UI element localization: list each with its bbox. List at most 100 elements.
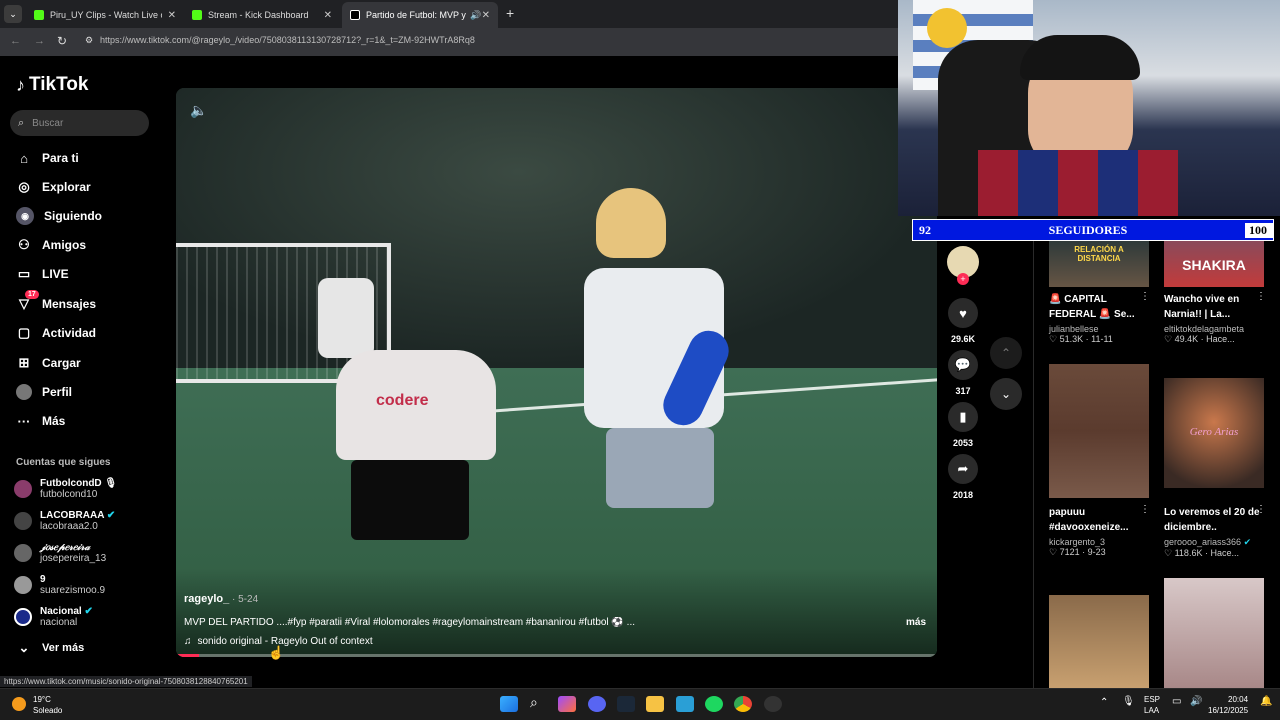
url-input[interactable]: https://www.tiktok.com/@rageylo_/video/7… xyxy=(100,35,475,45)
nav-mas[interactable]: ··· Más xyxy=(16,411,66,431)
obs-icon[interactable] xyxy=(764,696,782,712)
card-more-icon[interactable]: ⋮ xyxy=(1256,291,1266,302)
nav-label: Cargar xyxy=(42,356,81,370)
feed-card[interactable]: Wancho vive en Narnia!! | La... eltiktok… xyxy=(1164,292,1264,345)
language-indicator[interactable]: ESP LAA xyxy=(1144,694,1160,716)
nav-label: LIVE xyxy=(42,267,69,281)
search-icon[interactable]: ⌕ xyxy=(530,694,538,711)
nav-siguiendo[interactable]: ◉ Siguiendo xyxy=(16,206,102,226)
followed-account[interactable]: 𝒿𝑜𝓈𝑒𝓅𝑒𝓇𝑒𝒾𝓇𝒶 josepereira_13 xyxy=(14,542,106,564)
followed-account[interactable]: Nacional ✔ nacional xyxy=(14,606,93,628)
card-more-icon[interactable]: ⋮ xyxy=(1140,291,1150,302)
nav-para-ti[interactable]: ⌂ Para ti xyxy=(16,148,79,168)
progress-track[interactable] xyxy=(176,654,937,657)
volume-icon[interactable]: 🔈 xyxy=(190,102,207,119)
feed-thumbnail[interactable] xyxy=(1049,364,1149,498)
comment-button[interactable]: 💬 317 xyxy=(948,350,978,396)
feed-thumbnail[interactable] xyxy=(1164,578,1264,688)
search-input[interactable]: ⌕ Buscar xyxy=(10,110,149,136)
nav-perfil[interactable]: Perfil xyxy=(16,382,72,402)
close-tab-icon[interactable]: ✕ xyxy=(168,10,176,21)
like-button[interactable]: ♥ 29.6K xyxy=(948,298,978,344)
nav-mensajes[interactable]: ▽ 17 Mensajes xyxy=(16,290,96,314)
follower-goal-bar: 92 SEGUIDORES 100 xyxy=(912,219,1274,241)
next-video-button[interactable]: ⌄ xyxy=(990,378,1022,410)
copilot-icon[interactable] xyxy=(558,696,576,712)
tab-title: Partido de Futbol: MVP y M xyxy=(366,10,466,20)
windows-start-icon[interactable] xyxy=(500,696,518,712)
video-author[interactable]: rageylo_ xyxy=(184,593,229,605)
weather-sun-icon[interactable] xyxy=(12,697,26,711)
follow-plus-icon[interactable]: + xyxy=(957,273,969,285)
notification-bell-icon[interactable]: 🔔 xyxy=(1260,696,1272,707)
feed-thumbnail[interactable]: RELACIÓN A DISTANCIA xyxy=(1049,241,1149,287)
nav-live[interactable]: ▭ LIVE xyxy=(16,264,69,284)
sun-emblem xyxy=(927,8,967,48)
messages-icon: ▽ 17 xyxy=(16,290,39,312)
nav-cargar[interactable]: ⊞ Cargar xyxy=(16,353,81,373)
comment-icon: 💬 xyxy=(948,350,978,380)
card-more-icon[interactable]: ⋮ xyxy=(1140,504,1150,515)
messages-badge: 17 xyxy=(25,290,39,299)
spotify-icon[interactable] xyxy=(705,696,723,712)
nav-explorar[interactable]: ◎ Explorar xyxy=(16,177,90,197)
network-icon[interactable]: ▭ xyxy=(1172,696,1181,707)
feed-card[interactable]: 🚨 CAPITAL FEDERAL 🚨 Se... julianbellese … xyxy=(1049,292,1149,345)
tiktok-favicon-icon xyxy=(350,10,360,20)
previous-video-button[interactable]: ⌃ xyxy=(990,337,1022,369)
card-meta: ♡ 51.3K · 11-11 xyxy=(1049,334,1113,344)
followed-account[interactable]: LACOBRAAA ✔ lacobraaa2.0 xyxy=(14,510,115,532)
card-more-icon[interactable]: ⋮ xyxy=(1256,504,1266,515)
feed-thumbnail[interactable]: Gero Arias xyxy=(1164,378,1264,488)
site-info-icon[interactable]: ⚙ xyxy=(85,35,93,46)
nav-actividad[interactable]: ▢ Actividad xyxy=(16,323,96,343)
profile-icon xyxy=(16,384,32,400)
save-button[interactable]: ▮ 2053 xyxy=(948,402,978,448)
tray-chevron-icon[interactable]: ⌃ xyxy=(1100,697,1108,708)
video-player[interactable]: codere 🔈 rageylo_ · 5-24 MVP DEL PARTIDO… xyxy=(176,88,937,657)
avatar xyxy=(14,512,32,530)
account-name: 𝒿𝑜𝓈𝑒𝓅𝑒𝓇𝑒𝒾𝓇𝒶 xyxy=(40,542,90,553)
close-tab-icon[interactable]: ✕ xyxy=(482,10,490,21)
streamer-hair xyxy=(1020,35,1140,80)
nav-amigos[interactable]: ⚇ Amigos xyxy=(16,235,86,255)
reload-icon[interactable]: ↻ xyxy=(57,34,67,48)
feed-thumbnail[interactable] xyxy=(1049,595,1149,688)
music-note-icon: ♫ xyxy=(184,636,192,647)
heart-icon: ♡ xyxy=(1164,548,1173,558)
tab-kick-dashboard[interactable]: Stream - Kick Dashboard ✕ xyxy=(184,2,340,28)
feed-card[interactable]: papuuu #davooxeneize... kickargento_3 ♡ … xyxy=(1049,505,1149,558)
forward-icon[interactable]: → xyxy=(34,35,45,47)
new-tab-icon[interactable]: + xyxy=(506,5,514,21)
share-icon: ➦ xyxy=(948,454,978,484)
see-more-button[interactable]: ⌄ Ver más xyxy=(16,638,85,658)
volume-tray-icon[interactable]: 🔊 xyxy=(1190,696,1202,707)
discord-icon[interactable] xyxy=(588,696,606,712)
clock[interactable]: 20:04 16/12/2025 xyxy=(1208,694,1248,716)
microphone-icon[interactable]: 🎙 xyxy=(1122,696,1135,707)
tiktok-logo[interactable]: ♪ TikTok xyxy=(16,74,88,96)
followed-account[interactable]: FutbolcondD 🎙 futbolcond10 xyxy=(14,478,117,500)
weather-widget[interactable]: 19°C Soleado xyxy=(33,694,62,716)
tab-piru-clips[interactable]: Piru_UY Clips - Watch Live on K ✕ xyxy=(26,2,184,28)
back-icon[interactable]: ← xyxy=(10,35,21,47)
logo-text: TikTok xyxy=(29,74,89,95)
card-meta: ♡ 7121 · 9-23 xyxy=(1049,547,1106,557)
caption-more-button[interactable]: más xyxy=(906,617,926,628)
tab-list-icon[interactable]: ⌄ xyxy=(4,5,22,23)
friends-icon: ⚇ xyxy=(18,237,30,252)
chrome-icon[interactable] xyxy=(734,696,752,712)
nav-label: Para ti xyxy=(42,151,79,165)
followed-account[interactable]: 9 suarezismoo.9 xyxy=(14,574,105,596)
avatar xyxy=(14,544,32,562)
feed-card[interactable]: Lo veremos el 20 de diciembre.. geroooo_… xyxy=(1164,505,1264,559)
close-tab-icon[interactable]: ✕ xyxy=(324,10,332,21)
feed-thumbnail[interactable]: SHAKIRA xyxy=(1164,241,1264,287)
file-explorer-icon[interactable] xyxy=(646,696,664,712)
speaker-icon[interactable]: 🔊 xyxy=(470,10,481,21)
tab-tiktok-video[interactable]: Partido de Futbol: MVP y M 🔊 ✕ xyxy=(342,2,498,28)
store-icon[interactable] xyxy=(676,696,694,712)
share-button[interactable]: ➦ 2018 xyxy=(948,454,978,500)
following-icon: ◉ xyxy=(16,207,34,225)
steam-icon[interactable] xyxy=(617,696,635,712)
